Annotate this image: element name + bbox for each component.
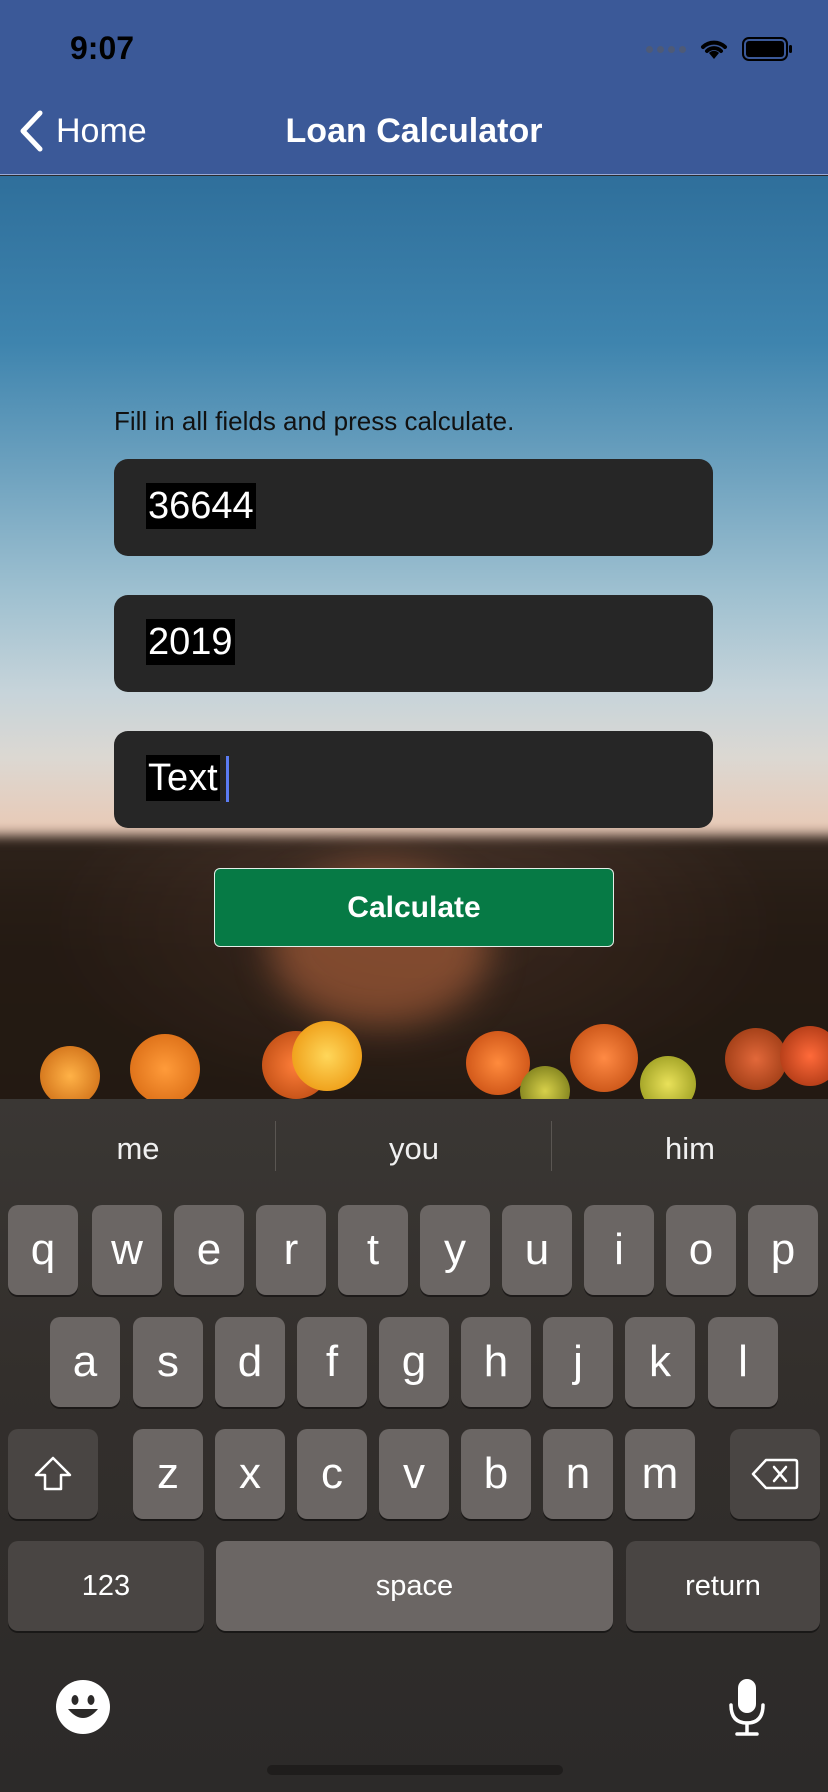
key-j[interactable]: j <box>543 1317 613 1407</box>
home-indicator <box>267 1765 563 1775</box>
key-f[interactable]: f <box>297 1317 367 1407</box>
key-e[interactable]: e <box>174 1205 244 1295</box>
key-n[interactable]: n <box>543 1429 613 1519</box>
delete-key[interactable] <box>730 1429 820 1519</box>
key-z[interactable]: z <box>133 1429 203 1519</box>
key-w[interactable]: w <box>92 1205 162 1295</box>
key-v[interactable]: v <box>379 1429 449 1519</box>
suggestion-me[interactable]: me <box>0 1131 276 1167</box>
shift-key[interactable] <box>8 1429 98 1519</box>
field-value: 36644 <box>146 483 256 529</box>
return-key[interactable]: return <box>626 1541 820 1631</box>
suggestion-you[interactable]: you <box>276 1131 552 1167</box>
status-time: 9:07 <box>70 30 135 66</box>
bokeh-light <box>292 1021 362 1091</box>
key-a[interactable]: a <box>50 1317 120 1407</box>
key-r[interactable]: r <box>256 1205 326 1295</box>
suggestion-him[interactable]: him <box>552 1131 828 1167</box>
battery-icon <box>742 37 792 61</box>
key-l[interactable]: l <box>708 1317 778 1407</box>
navigation-bar: 9:07 Home Loan Calculator <box>0 0 828 175</box>
key-m[interactable]: m <box>625 1429 695 1519</box>
bokeh-light <box>725 1028 787 1090</box>
key-t[interactable]: t <box>338 1205 408 1295</box>
key-q[interactable]: q <box>8 1205 78 1295</box>
key-y[interactable]: y <box>420 1205 490 1295</box>
text-caret <box>226 756 229 802</box>
wifi-icon <box>701 40 727 59</box>
loan-year-field[interactable]: 2019 <box>114 595 713 692</box>
emoji-icon[interactable] <box>55 1679 111 1735</box>
key-g[interactable]: g <box>379 1317 449 1407</box>
field-value: Text <box>146 755 220 801</box>
key-b[interactable]: b <box>461 1429 531 1519</box>
key-c[interactable]: c <box>297 1429 367 1519</box>
cellular-signal-icon <box>646 45 686 53</box>
key-h[interactable]: h <box>461 1317 531 1407</box>
loan-amount-field[interactable]: 36644 <box>114 459 713 556</box>
bokeh-light <box>130 1034 200 1100</box>
status-icons <box>646 36 794 62</box>
microphone-icon[interactable] <box>726 1677 768 1737</box>
key-d[interactable]: d <box>215 1317 285 1407</box>
key-u[interactable]: u <box>502 1205 572 1295</box>
shift-icon <box>34 1456 72 1491</box>
key-x[interactable]: x <box>215 1429 285 1519</box>
space-key[interactable]: space <box>216 1541 613 1631</box>
text-field[interactable]: Text <box>114 731 713 828</box>
bokeh-light <box>40 1046 100 1100</box>
key-p[interactable]: p <box>748 1205 818 1295</box>
key-o[interactable]: o <box>666 1205 736 1295</box>
form-instructions: Fill in all fields and press calculate. <box>114 406 515 436</box>
delete-icon <box>751 1458 799 1490</box>
calculate-button[interactable]: Calculate <box>214 868 614 947</box>
keyboard: me you him q w e r t y u i o p a s d f g… <box>0 1099 828 1792</box>
key-s[interactable]: s <box>133 1317 203 1407</box>
field-value: 2019 <box>146 619 235 665</box>
bokeh-light <box>570 1024 638 1092</box>
key-i[interactable]: i <box>584 1205 654 1295</box>
predictive-bar: me you him <box>0 1099 828 1199</box>
key-k[interactable]: k <box>625 1317 695 1407</box>
numbers-key[interactable]: 123 <box>8 1541 204 1631</box>
page-title: Loan Calculator <box>285 112 543 150</box>
